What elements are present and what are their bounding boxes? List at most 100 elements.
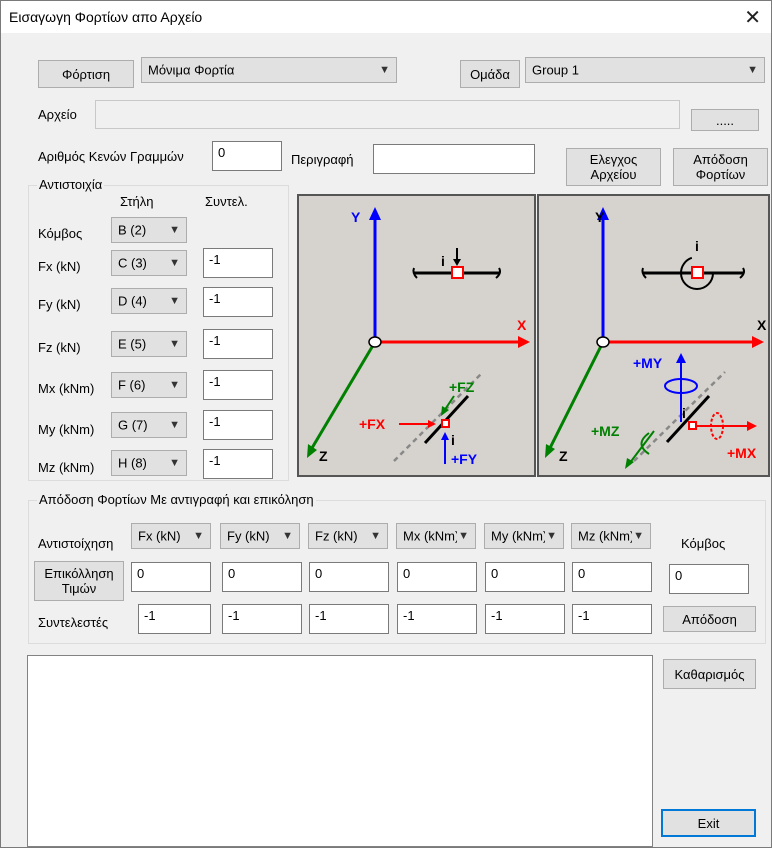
fx-factor-field[interactable]: -1 <box>203 248 273 278</box>
load-case-value: Μόνιμα Φορτία <box>148 62 235 78</box>
fy-factor-field[interactable]: -1 <box>203 287 273 317</box>
fz-column-value: E (5) <box>118 336 147 352</box>
assign-loads-button[interactable]: Απόδοση Φορτίων <box>673 148 768 186</box>
my-factor-field[interactable]: -1 <box>203 410 273 440</box>
fy-column-value: D (4) <box>118 293 147 309</box>
my-column-value: G (7) <box>118 417 148 433</box>
mx-label: +MX <box>727 445 757 461</box>
chevron-down-icon: ▼ <box>379 64 390 76</box>
paste-factor-fy[interactable]: -1 <box>222 604 302 634</box>
chevron-down-icon: ▼ <box>169 257 180 269</box>
paste-map-value: Fz (kN) <box>315 528 358 544</box>
node-column-select[interactable]: B (2) ▼ <box>111 217 187 243</box>
y-axis-arrow-icon <box>369 207 381 220</box>
x-axis-arrow-icon <box>518 336 530 348</box>
chevron-down-icon: ▼ <box>169 379 180 391</box>
paste-map-select-fx[interactable]: Fx (kN) ▼ <box>131 523 211 549</box>
paste-map-value: Mx (kNm) <box>403 528 457 544</box>
my-column-select[interactable]: G (7) ▼ <box>111 412 187 438</box>
origin-node-icon <box>368 336 382 348</box>
empty-lines-label: Αριθμός Κενών Γραμμών <box>38 149 184 164</box>
x-axis-label: X <box>757 317 767 333</box>
paste-map-select-my[interactable]: My (kNm) ▼ <box>484 523 564 549</box>
check-file-button[interactable]: Ελεγχος Αρχείου <box>566 148 661 186</box>
paste-map-select-mz[interactable]: Mz (kNm) ▼ <box>571 523 651 549</box>
chevron-down-icon: ▼ <box>747 64 758 76</box>
fx-column-value: C (3) <box>118 255 147 271</box>
exit-button[interactable]: Exit <box>661 809 756 837</box>
mx-arrow-icon <box>747 421 757 431</box>
moment-axes-diagram: Y X Z i +MY i +MZ +MX <box>537 194 770 477</box>
chevron-down-icon: ▼ <box>169 457 180 469</box>
file-path-field[interactable] <box>95 100 680 129</box>
group-label-button[interactable]: Ομάδα <box>460 60 520 88</box>
row-label-fy: Fy (kN) <box>38 297 81 312</box>
fz-column-select[interactable]: E (5) ▼ <box>111 331 187 357</box>
mx-column-value: F (6) <box>118 377 146 393</box>
node-marker-icon <box>691 266 704 279</box>
fy-arrow-icon <box>441 432 449 440</box>
x-axis-label: X <box>517 317 527 333</box>
z-axis-label: Z <box>319 448 328 464</box>
mz-column-select[interactable]: H (8) ▼ <box>111 450 187 476</box>
mapping-group-label: Αντιστοιχία <box>37 177 105 192</box>
paste-map-select-fz[interactable]: Fz (kN) ▼ <box>308 523 388 549</box>
paste-factor-mz[interactable]: -1 <box>572 604 652 634</box>
window-title: Εισαγωγη Φορτίων απο Αρχείο <box>9 9 203 25</box>
row-label-node: Κόμβος <box>38 226 83 241</box>
member-node-icon <box>441 419 450 428</box>
node-i-label: i <box>441 253 445 269</box>
paste-value-fy[interactable]: 0 <box>222 562 302 592</box>
paste-value-mz[interactable]: 0 <box>572 562 652 592</box>
paste-value-fx[interactable]: 0 <box>131 562 211 592</box>
fy-label: +FY <box>451 451 478 467</box>
chevron-down-icon: ▼ <box>370 530 381 542</box>
node-i-label: i <box>695 238 699 254</box>
paste-factor-my[interactable]: -1 <box>485 604 565 634</box>
paste-map-value: Mz (kNm) <box>578 528 632 544</box>
y-axis-label: Y <box>595 209 605 225</box>
paste-factor-mx[interactable]: -1 <box>397 604 477 634</box>
clear-button[interactable]: Καθαρισμός <box>663 659 756 689</box>
chevron-down-icon: ▼ <box>169 295 180 307</box>
load-case-select[interactable]: Μόνιμα Φορτία ▼ <box>141 57 397 83</box>
load-label-button[interactable]: Φόρτιση <box>38 60 134 88</box>
fx-column-select[interactable]: C (3) ▼ <box>111 250 187 276</box>
paste-value-mx[interactable]: 0 <box>397 562 477 592</box>
output-log-area[interactable] <box>27 655 653 847</box>
member-dashed-line <box>633 371 726 462</box>
mz-axis-line <box>628 430 655 465</box>
paste-factor-fx[interactable]: -1 <box>138 604 211 634</box>
paste-map-select-fy[interactable]: Fy (kN) ▼ <box>220 523 300 549</box>
mx-factor-field[interactable]: -1 <box>203 370 273 400</box>
paste-map-select-mx[interactable]: Mx (kNm) ▼ <box>396 523 476 549</box>
browse-button[interactable]: ..... <box>691 109 759 131</box>
description-label: Περιγραφή <box>291 152 354 167</box>
paste-map-value: Fy (kN) <box>227 528 270 544</box>
paste-value-my[interactable]: 0 <box>485 562 565 592</box>
description-field[interactable] <box>373 144 535 174</box>
assign-button[interactable]: Απόδοση <box>663 606 756 632</box>
moment-axes-drawing: Y X Z i +MY i +MZ +MX <box>545 207 767 469</box>
factors-label: Συντελεστές <box>38 615 109 630</box>
empty-lines-field[interactable]: 0 <box>212 141 282 171</box>
paste-node-field[interactable]: 0 <box>669 564 749 594</box>
paste-values-button[interactable]: Επικόλληση Τιμών <box>34 561 124 601</box>
paste-group-label: Απόδοση Φορτίων Με αντιγραφή και επικόλη… <box>37 492 316 507</box>
member-i-label: i <box>451 432 455 448</box>
force-axes-diagram: Y X Z i +FZ +FX i +FY <box>297 194 536 477</box>
title-bar: Εισαγωγη Φορτίων απο Αρχείο ✕ <box>1 1 771 33</box>
fz-factor-field[interactable]: -1 <box>203 329 273 359</box>
paste-value-fz[interactable]: 0 <box>309 562 389 592</box>
fy-column-select[interactable]: D (4) ▼ <box>111 288 187 314</box>
close-icon[interactable]: ✕ <box>744 5 761 30</box>
map-label: Αντιστοίχηση <box>38 536 114 551</box>
chevron-down-icon: ▼ <box>169 224 180 236</box>
group-select[interactable]: Group 1 ▼ <box>525 57 765 83</box>
chevron-down-icon: ▼ <box>193 530 204 542</box>
dialog-window: Εισαγωγη Φορτίων απο Αρχείο ✕ Φόρτιση Μό… <box>0 0 772 848</box>
mx-column-select[interactable]: F (6) ▼ <box>111 372 187 398</box>
fz-label: +FZ <box>449 379 475 395</box>
paste-factor-fz[interactable]: -1 <box>309 604 389 634</box>
mz-factor-field[interactable]: -1 <box>203 449 273 479</box>
